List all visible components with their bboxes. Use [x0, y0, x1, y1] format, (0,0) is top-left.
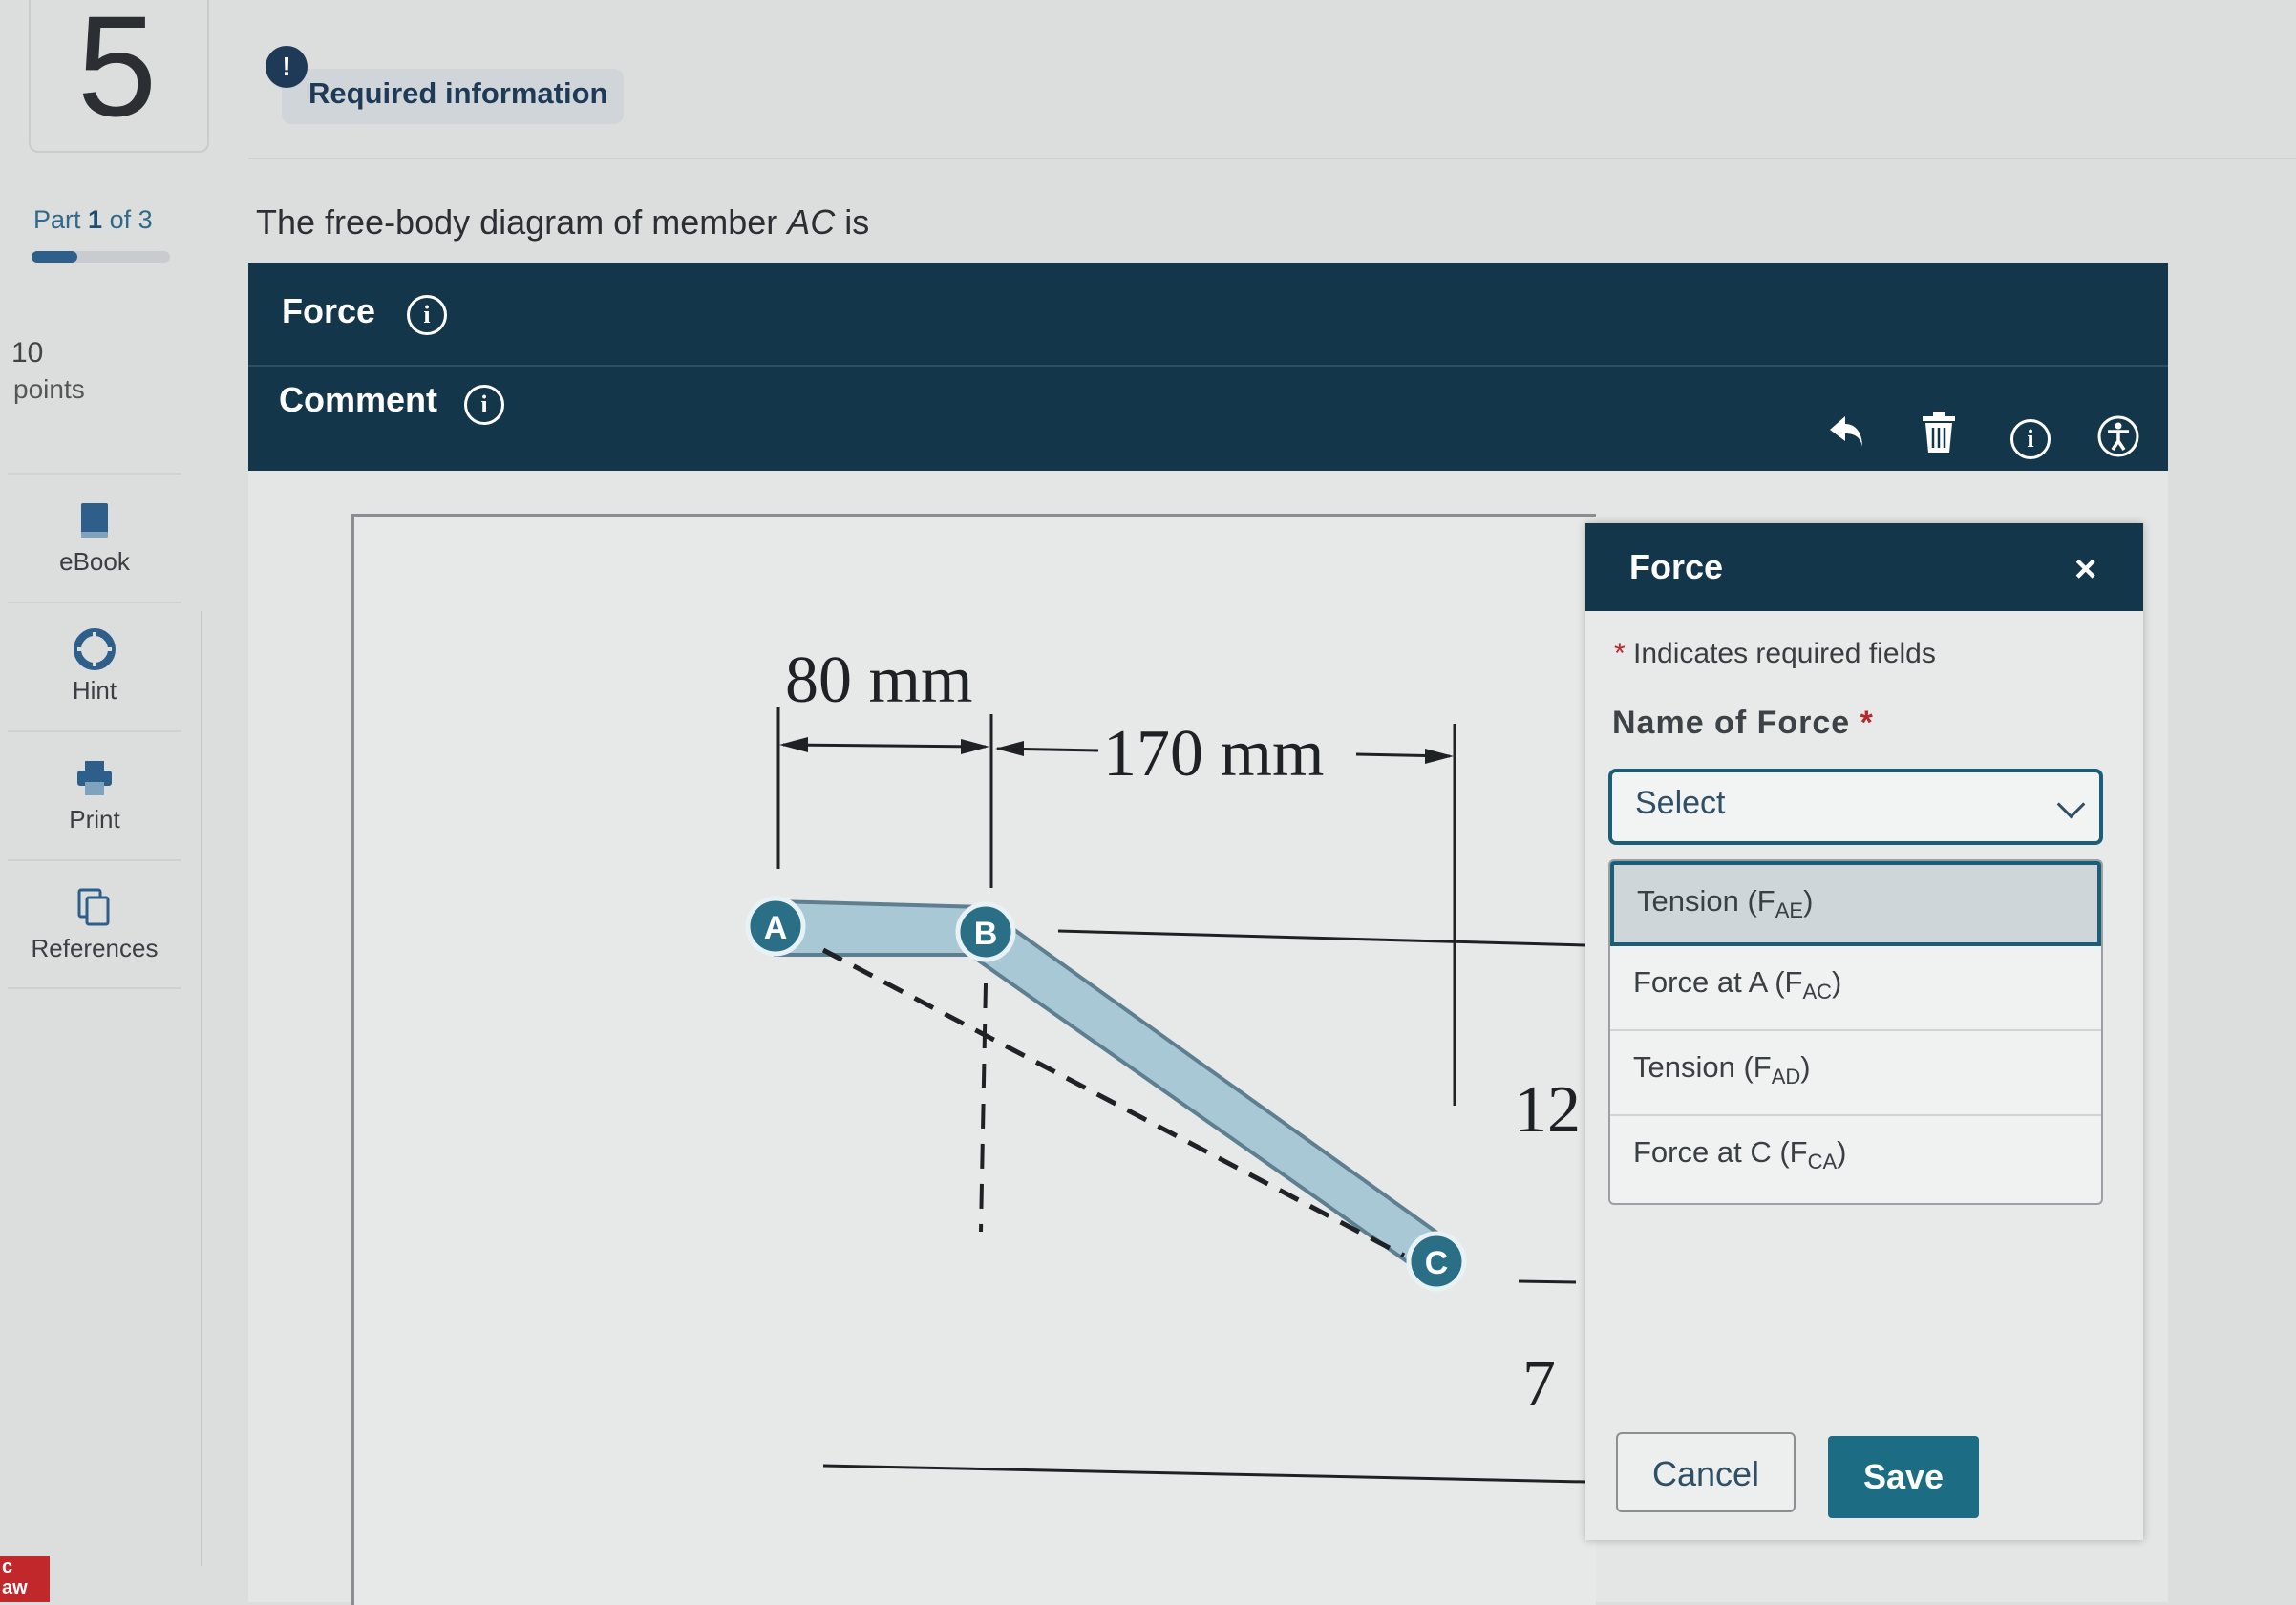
dimension-170mm: 170 mm — [1103, 717, 1324, 791]
dimension-80mm: 80 mm — [785, 644, 972, 717]
force-name-select-value: Select — [1635, 785, 1726, 821]
option-end: ) — [1837, 1135, 1847, 1169]
required-fields-text: Indicates required fields — [1633, 638, 1936, 669]
name-of-force-text: Name of Force — [1612, 705, 1851, 741]
corner-tab[interactable]: c aw — [0, 1556, 50, 1602]
option-sub: AE — [1775, 898, 1804, 923]
corner-tab-line1: c — [2, 1556, 13, 1577]
option-text: Force at C (F — [1633, 1135, 1808, 1169]
corner-tab-line2: aw — [2, 1577, 28, 1598]
option-sub: CA — [1807, 1150, 1838, 1174]
force-options-list: Tension (FAE) Force at A (FAC) Tension (… — [1608, 859, 2103, 1205]
cancel-button[interactable]: Cancel — [1616, 1432, 1796, 1512]
option-end: ) — [1803, 884, 1814, 918]
option-tension-fae[interactable]: Tension (FAE) — [1610, 861, 2101, 946]
option-sub: AC — [1802, 980, 1833, 1004]
close-icon[interactable]: × — [2074, 548, 2096, 591]
option-tension-fad[interactable]: Tension (FAD) — [1610, 1031, 2101, 1116]
required-fields-note: * Indicates required fields — [1614, 638, 1936, 669]
node-b-label: B — [974, 916, 998, 952]
node-a-label: A — [764, 910, 788, 946]
option-force-at-a-fac[interactable]: Force at A (FAC) — [1610, 946, 2101, 1031]
node-c-label: C — [1425, 1245, 1449, 1281]
dimension-partial-7: 7 — [1522, 1347, 1556, 1421]
member-ac — [774, 898, 1455, 1282]
option-sub: AD — [1771, 1065, 1801, 1089]
option-text: Tension (F — [1633, 1050, 1772, 1084]
option-end: ) — [1800, 1050, 1811, 1084]
option-end: ) — [1832, 965, 1842, 999]
option-text: Force at A (F — [1633, 965, 1803, 999]
force-panel-title: Force — [1629, 547, 1724, 586]
dimension-partial-12: 12 — [1514, 1073, 1581, 1147]
save-button[interactable]: Save — [1828, 1436, 1979, 1518]
option-text: Tension (F — [1637, 884, 1775, 918]
name-of-force-label: Name of Force * — [1612, 705, 1874, 741]
option-force-at-c-fca[interactable]: Force at C (FCA) — [1610, 1116, 2101, 1201]
